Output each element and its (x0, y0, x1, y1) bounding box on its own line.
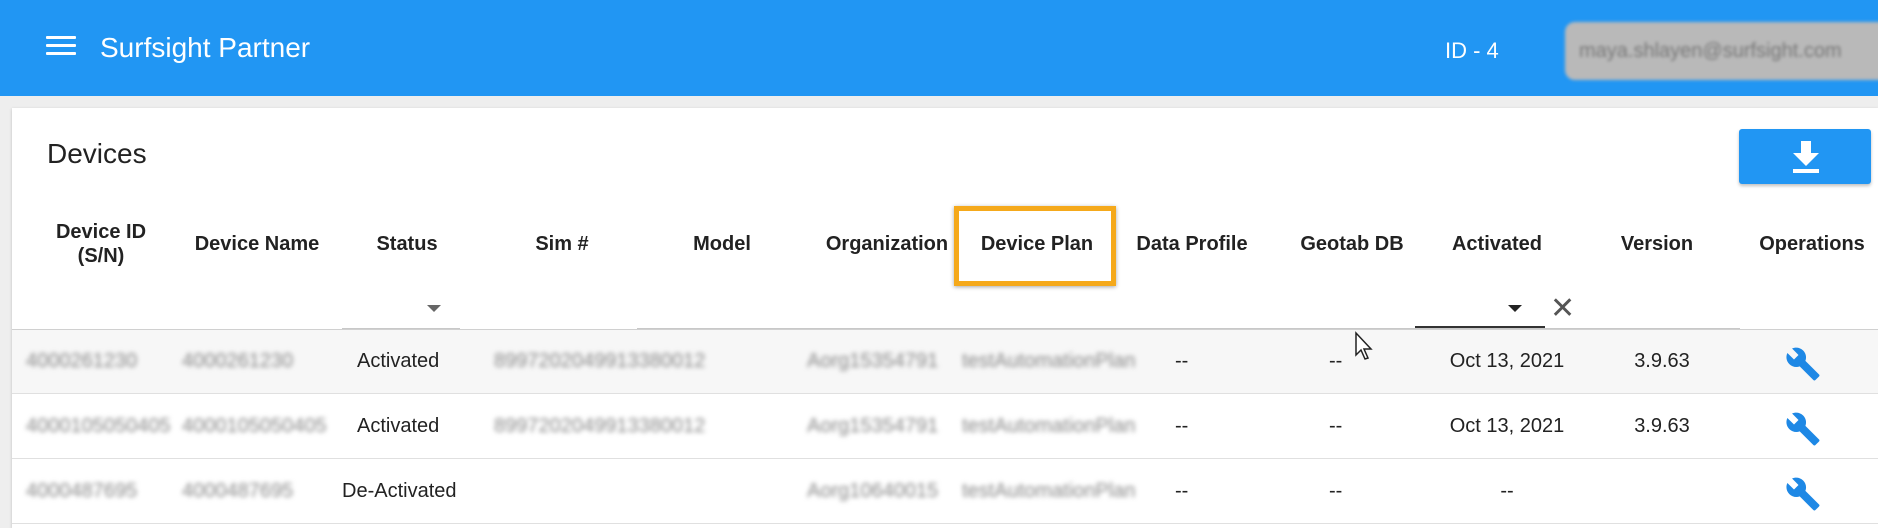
wrench-icon[interactable] (1785, 476, 1821, 512)
download-button[interactable] (1739, 129, 1871, 184)
column-header-operations: Operations (1759, 233, 1865, 255)
device-id-cell[interactable]: 4000261230 (26, 350, 137, 373)
wrench-icon[interactable] (1785, 411, 1821, 447)
data-profile-cell: -- (1175, 415, 1189, 437)
app-title: Surfsight Partner (100, 32, 311, 63)
column-header-sim[interactable]: Sim # (492, 232, 632, 256)
devices-card: Devices Device ID (S/N) Device Name Stat… (12, 108, 1878, 528)
table-row[interactable]: 4000105050405 4000105050405 Activated 89… (12, 395, 1878, 459)
geotab-db-cell: -- (1329, 415, 1343, 437)
version-cell: 3.9.63 (1634, 415, 1690, 437)
status-cell: De-Activated (342, 480, 457, 502)
device-name-cell: 4000261230 (182, 350, 294, 372)
activated-filter-dropdown-icon[interactable] (1508, 305, 1522, 312)
organization-cell: Aorg15354791 (807, 415, 939, 437)
table-row[interactable]: 4000261230 4000261230 Activated 89972020… (12, 329, 1878, 394)
column-header-geotab-db[interactable]: Geotab DB (1277, 232, 1427, 256)
activated-cell: -- (1500, 480, 1514, 502)
device-name-cell: 4000105050405 (182, 415, 327, 437)
status-filter-dropdown-icon[interactable] (427, 305, 441, 312)
device-name-cell: 4000487695 (182, 480, 294, 502)
column-header-device-name[interactable]: Device Name (177, 232, 337, 256)
column-header-activated[interactable]: Activated (1422, 232, 1572, 256)
table-row[interactable]: 4000487695 4000487695 De-Activated Aorg1… (12, 460, 1878, 524)
data-profile-cell: -- (1175, 480, 1189, 502)
status-cell: Activated (357, 350, 440, 372)
column-header-status[interactable]: Status (347, 232, 467, 256)
device-plan-cell: testAutomationPlan (962, 415, 1136, 437)
download-icon (1793, 141, 1819, 173)
app-bar: Surfsight Partner ID - 4 maya.shlayen@su… (0, 0, 1878, 96)
device-plan-cell: testAutomationPlan (962, 480, 1136, 502)
hamburger-menu-icon[interactable] (46, 36, 76, 60)
user-email-chip[interactable]: maya.shlayen@surfsight.com (1565, 22, 1878, 80)
column-header-organization[interactable]: Organization (802, 232, 972, 256)
partner-id-label: ID - 4 (1445, 38, 1499, 63)
device-plan-cell: testAutomationPlan (962, 350, 1136, 372)
sim-cell: 8997202049913380012 (494, 350, 706, 372)
geotab-db-cell: -- (1329, 480, 1343, 502)
page-title: Devices (47, 138, 147, 169)
organization-cell: Aorg15354791 (807, 350, 939, 372)
activated-cell: Oct 13, 2021 (1449, 350, 1565, 372)
activated-filter[interactable] (1415, 326, 1545, 328)
geotab-db-cell: -- (1329, 350, 1343, 372)
close-icon[interactable]: ✕ (1550, 294, 1575, 324)
device-id-cell[interactable]: 4000105050405 (26, 415, 171, 438)
status-cell: Activated (357, 415, 440, 437)
data-profile-cell: -- (1175, 350, 1189, 372)
column-header-model[interactable]: Model (662, 232, 782, 256)
column-header-device-id[interactable]: Device ID (S/N) (32, 220, 170, 268)
device-id-cell[interactable]: 4000487695 (26, 480, 137, 503)
wrench-icon[interactable] (1785, 346, 1821, 382)
device-plan-highlight (954, 206, 1116, 286)
column-header-data-profile[interactable]: Data Profile (1117, 232, 1267, 256)
column-header-version[interactable]: Version (1582, 232, 1732, 256)
sim-cell: 8997202049913380012 (494, 415, 706, 437)
activated-cell: Oct 13, 2021 (1449, 415, 1565, 437)
organization-cell: Aorg10640015 (807, 480, 939, 502)
mouse-pointer-icon (1355, 331, 1373, 360)
version-cell: 3.9.63 (1634, 350, 1690, 372)
